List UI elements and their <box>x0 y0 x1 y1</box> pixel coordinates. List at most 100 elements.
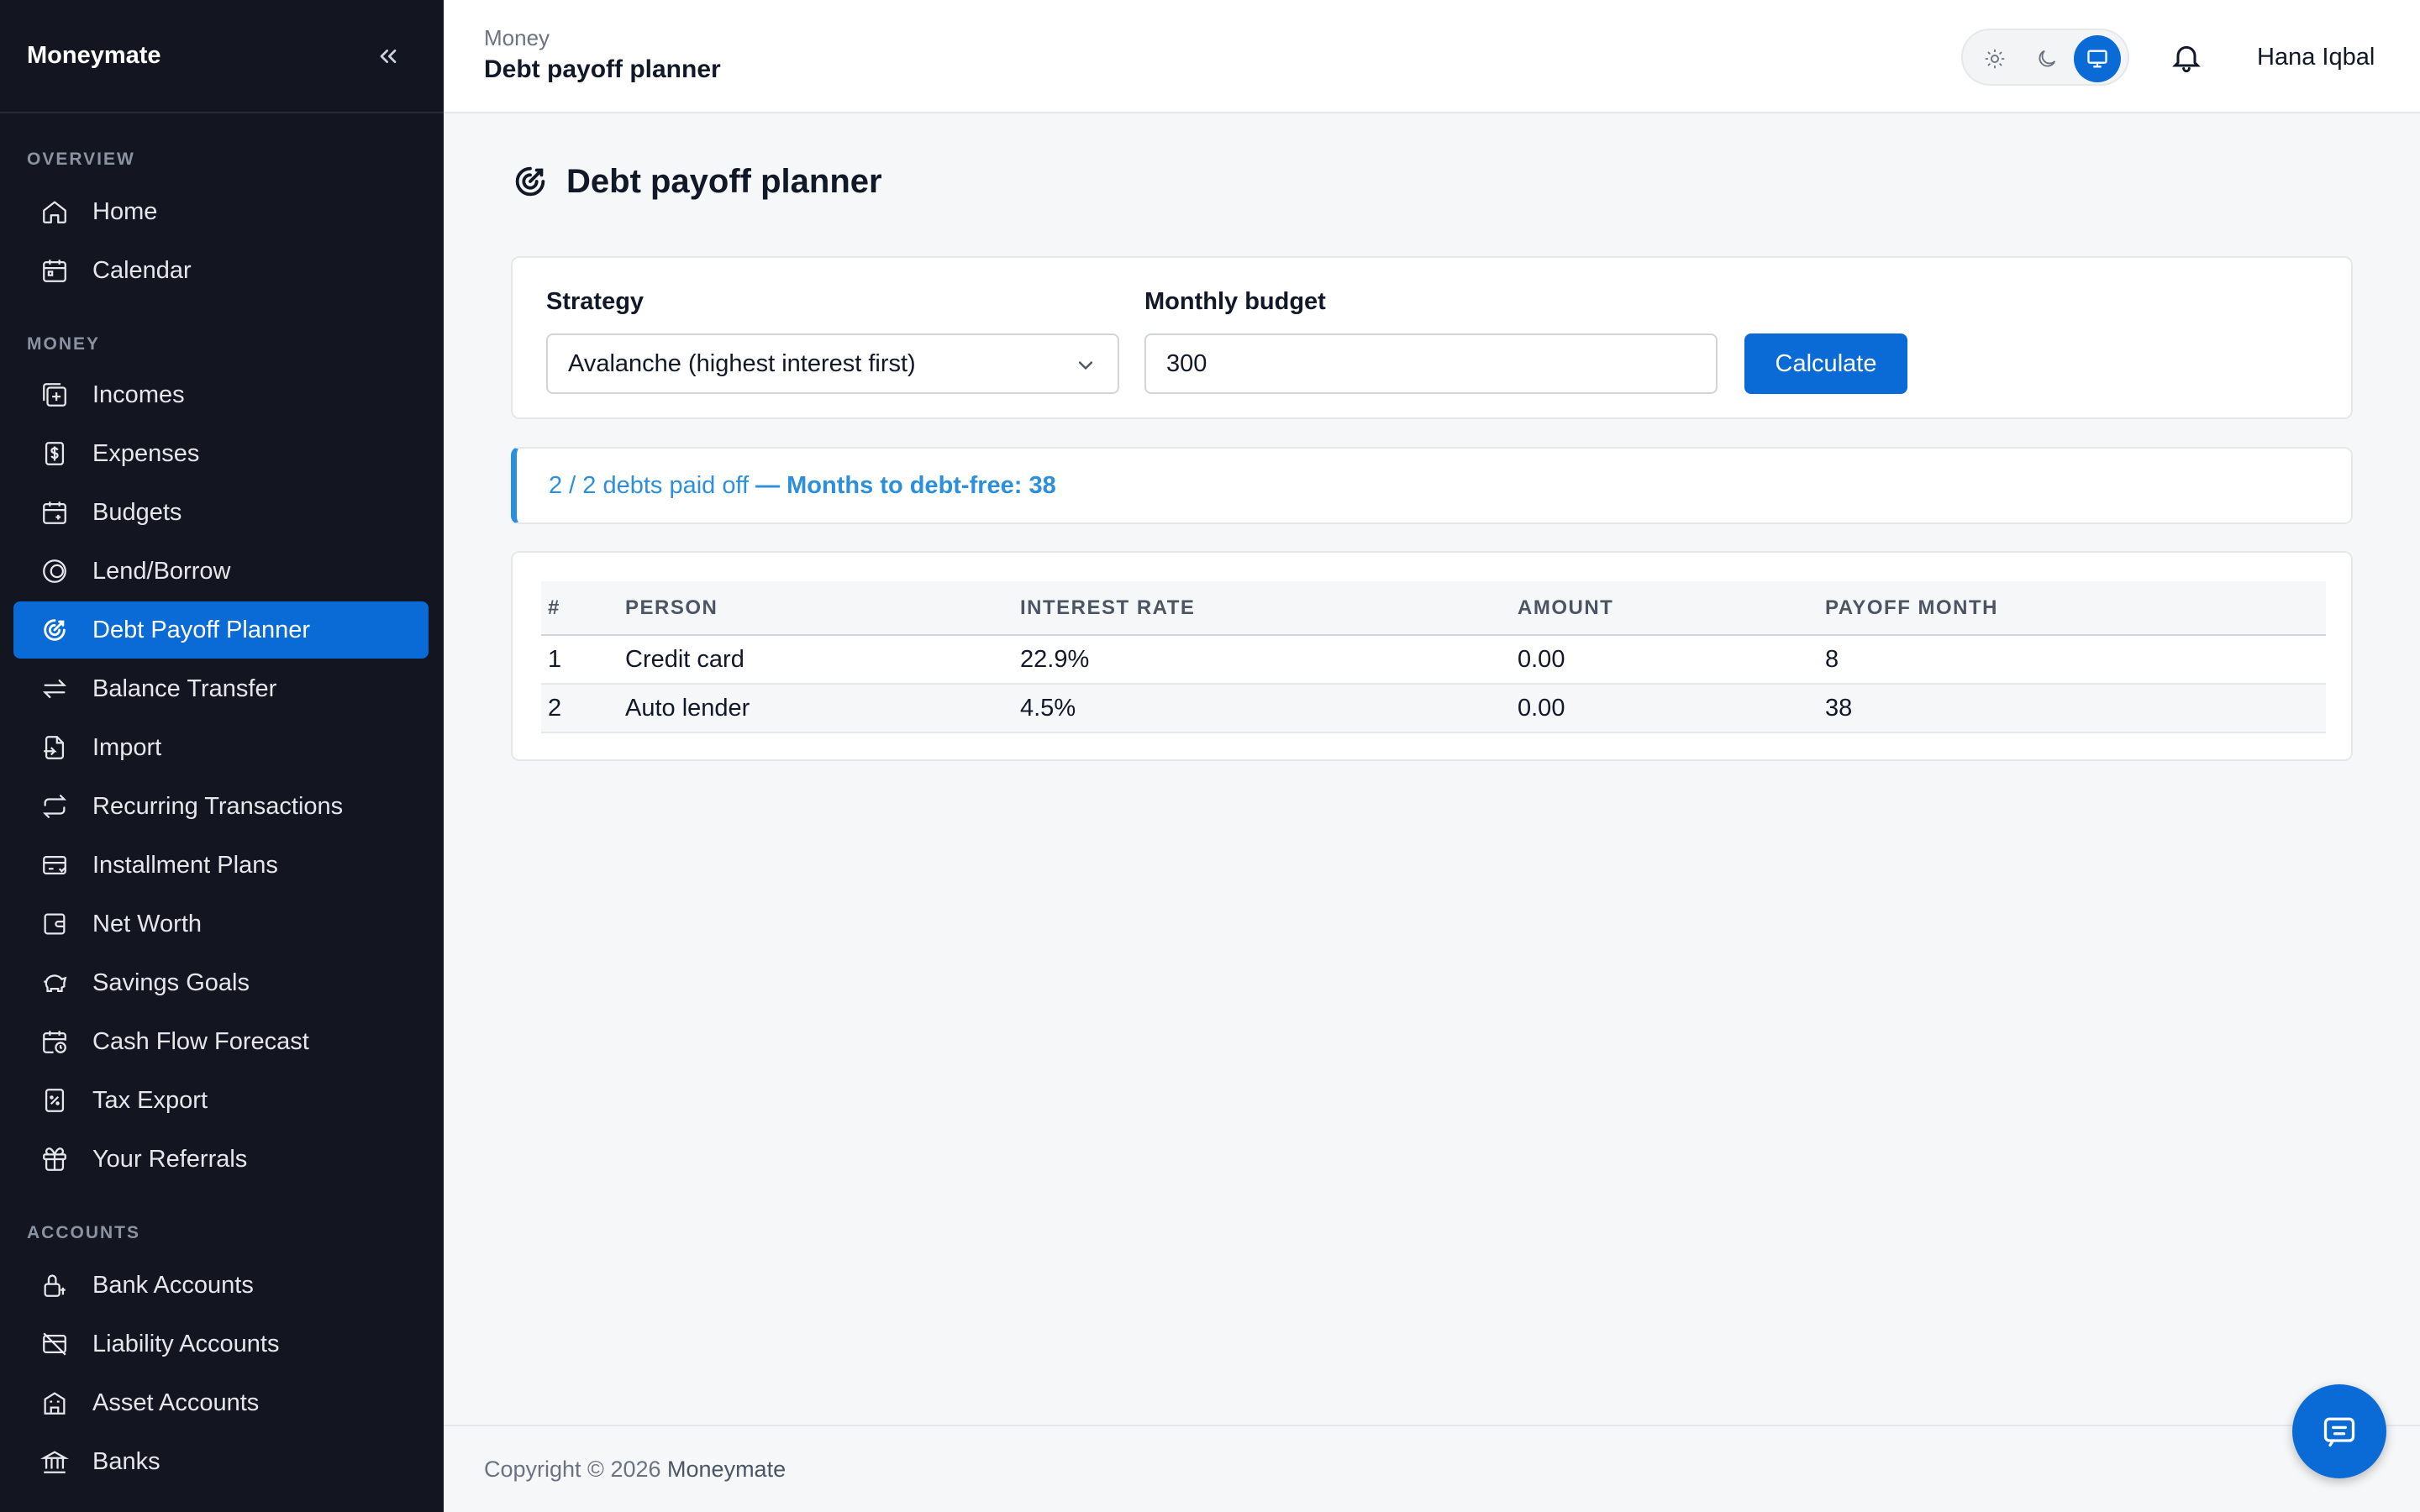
copyright-text: Copyright © 2026 <box>484 1457 661 1482</box>
sidebar-item-banks[interactable]: Banks <box>13 1433 429 1490</box>
target-icon <box>44 619 66 641</box>
payoff-summary-alert: 2 / 2 debts paid off — Months to debt-fr… <box>511 447 2353 524</box>
sidebar-item-label: Cash Flow Forecast <box>92 1027 309 1055</box>
payoff-table-card: # PERSON INTEREST RATE AMOUNT PAYOFF MON… <box>511 551 2353 761</box>
sidebar-item-budgets[interactable]: Budgets <box>13 484 429 541</box>
strategy-value: Avalanche (highest interest first) <box>568 349 916 377</box>
chevron-down-icon <box>1078 361 1093 370</box>
footer-brand-link[interactable]: Moneymate <box>667 1457 786 1482</box>
cell-amount: 0.00 <box>1511 635 1818 685</box>
gift-icon <box>43 1147 66 1171</box>
import-icon <box>44 736 65 759</box>
section-money: MONEY <box>27 334 101 354</box>
chat-button[interactable] <box>2292 1384 2386 1478</box>
section-overview: OVERVIEW <box>27 150 135 169</box>
col-interest-rate: INTEREST RATE <box>1013 581 1511 636</box>
payoff-table: # PERSON INTEREST RATE AMOUNT PAYOFF MON… <box>541 581 2326 733</box>
cell-payoff-month: 38 <box>1818 684 2326 733</box>
sidebar-item-liability-accounts[interactable]: Liability Accounts <box>13 1315 429 1373</box>
sidebar-item-import[interactable]: Import <box>13 719 429 776</box>
sidebar-item-label: Savings Goals <box>92 969 250 996</box>
sidebar-item-label: Expenses <box>92 439 200 467</box>
breadcrumb-parent[interactable]: Money <box>484 25 550 51</box>
page-title-text: Debt payoff planner <box>566 162 882 200</box>
bank-icon <box>40 1451 69 1473</box>
sidebar-item-installment-plans[interactable]: Installment Plans <box>13 837 429 894</box>
sidebar-item-savings-goals[interactable]: Savings Goals <box>13 954 429 1011</box>
bell-icon[interactable] <box>2170 40 2203 74</box>
section-accounts: ACCOUNTS <box>27 1223 140 1242</box>
brand-logo: Moneymate <box>27 42 161 69</box>
sun-icon <box>1985 49 2005 69</box>
sidebar-item-label: Import <box>92 733 162 761</box>
top-bar: Money Debt payoff planner Hana Iqbal <box>444 0 2420 113</box>
budget-icon <box>43 501 66 524</box>
cell-person: Auto lender <box>618 684 1013 733</box>
table-header-row: # PERSON INTEREST RATE AMOUNT PAYOFF MON… <box>541 581 2326 636</box>
table-row: 1 Credit card 22.9% 0.00 8 <box>541 635 2326 685</box>
sidebar-item-label: Installment Plans <box>92 851 278 879</box>
sidebar-item-tax-export[interactable]: Tax Export <box>13 1072 429 1129</box>
user-menu[interactable]: Hana Iqbal <box>2257 44 2375 71</box>
sidebar-item-home[interactable]: Home <box>13 183 429 240</box>
cell-amount: 0.00 <box>1511 684 1818 733</box>
strategy-select[interactable]: Avalanche (highest interest first) <box>546 333 1119 394</box>
cell-number: 2 <box>541 684 618 733</box>
lend-icon <box>43 559 66 583</box>
sidebar-item-expenses[interactable]: Expenses <box>13 425 429 482</box>
wallet-icon <box>44 913 66 935</box>
sidebar-item-label: Tax Export <box>92 1086 208 1114</box>
repeat-icon <box>42 795 67 818</box>
sidebar-item-label: Incomes <box>92 381 185 408</box>
monthly-budget-input[interactable] <box>1144 333 1718 394</box>
sidebar-item-your-referrals[interactable]: Your Referrals <box>13 1131 429 1188</box>
light-theme-button[interactable] <box>1971 35 2018 82</box>
sidebar-item-debt-payoff-planner[interactable]: Debt Payoff Planner <box>13 601 429 659</box>
sidebar-item-balance-transfer[interactable]: Balance Transfer <box>13 660 429 717</box>
building-icon <box>44 1392 66 1415</box>
chat-icon <box>2323 1417 2355 1447</box>
sidebar-item-label: Balance Transfer <box>92 675 277 702</box>
forecast-icon <box>43 1031 66 1053</box>
sidebar-item-incomes[interactable]: Incomes <box>13 366 429 423</box>
sidebar-item-asset-accounts[interactable]: Asset Accounts <box>13 1374 429 1431</box>
lock-icon <box>44 1274 66 1297</box>
sidebar-item-recurring-transactions[interactable]: Recurring Transactions <box>13 778 429 835</box>
sidebar-item-net-worth[interactable]: Net Worth <box>13 895 429 953</box>
tax-icon <box>45 1089 65 1112</box>
sidebar-item-cash-flow-forecast[interactable]: Cash Flow Forecast <box>13 1013 429 1070</box>
sidebar-item-label: Debt Payoff Planner <box>92 616 311 643</box>
debts-paid-text: 2 / 2 debts paid off <box>549 471 750 499</box>
col-amount: AMOUNT <box>1511 581 1818 636</box>
months-to-debt-free: — Months to debt-free: 38 <box>755 471 1056 499</box>
card-icon <box>43 855 66 875</box>
sidebar-item-bank-accounts[interactable]: Bank Accounts <box>13 1257 429 1314</box>
sidebar: Moneymate OVERVIEW Home Calendar MONEY I… <box>0 0 444 1512</box>
footer: Copyright © 2026 Moneymate <box>444 1425 2420 1512</box>
copyright: Copyright © 2026 Moneymate <box>484 1457 786 1483</box>
calculate-button[interactable]: Calculate <box>1744 333 1907 394</box>
sidebar-item-label: Lend/Borrow <box>92 557 231 585</box>
table-row: 2 Auto lender 4.5% 0.00 38 <box>541 684 2326 733</box>
income-icon <box>43 383 66 407</box>
sidebar-item-label: Asset Accounts <box>92 1389 260 1416</box>
dark-theme-button[interactable] <box>2023 35 2070 82</box>
home-icon <box>43 201 66 223</box>
piggy-icon <box>44 974 67 993</box>
collapse-sidebar-icon[interactable] <box>375 43 402 70</box>
system-theme-button[interactable] <box>2074 35 2121 82</box>
transfer-icon <box>42 679 67 699</box>
sidebar-item-lend-borrow[interactable]: Lend/Borrow <box>13 543 429 600</box>
dollar-icon <box>45 442 65 465</box>
sidebar-item-calendar[interactable]: Calendar <box>13 242 429 299</box>
cell-person: Credit card <box>618 635 1013 685</box>
col-number: # <box>541 581 618 636</box>
theme-toggle <box>1961 29 2129 86</box>
breadcrumb-current: Debt payoff planner <box>484 55 721 83</box>
sidebar-item-label: Recurring Transactions <box>92 792 344 820</box>
calendar-icon <box>43 260 66 282</box>
cell-number: 1 <box>541 635 618 685</box>
sidebar-item-label: Bank Accounts <box>92 1271 254 1299</box>
cell-interest-rate: 22.9% <box>1013 635 1511 685</box>
sidebar-item-label: Net Worth <box>92 910 203 937</box>
